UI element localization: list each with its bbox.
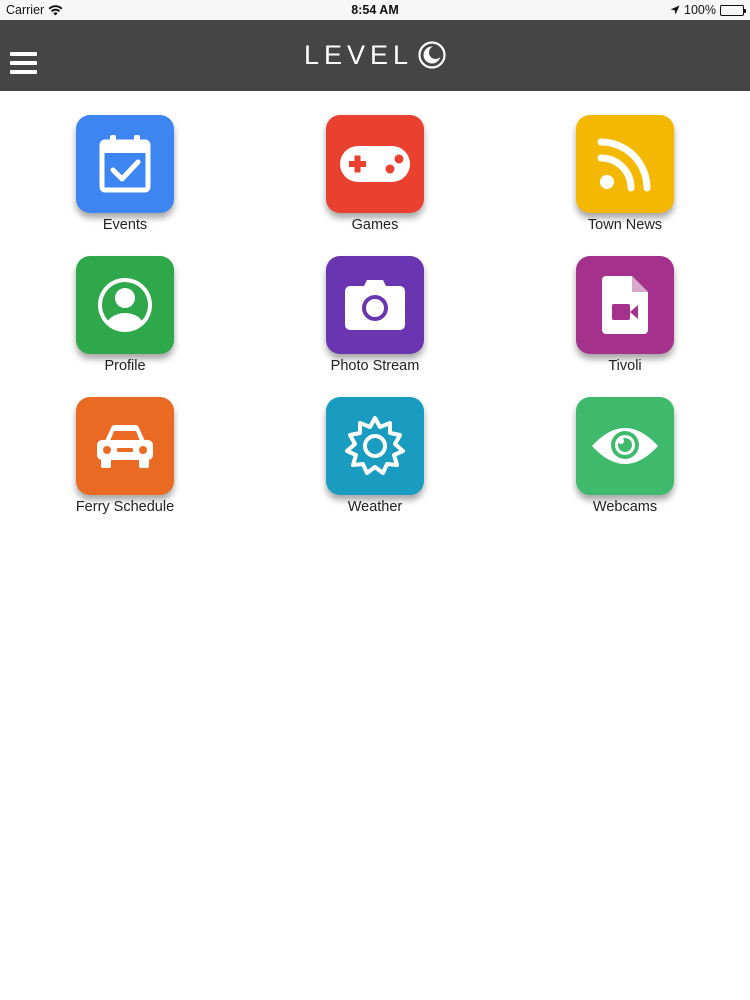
- tile-profile-icon-box: [76, 256, 174, 354]
- rss-feed-icon: [597, 136, 653, 192]
- status-bar: Carrier 8:54 AM 100%: [0, 0, 750, 20]
- tile-label: Profile: [104, 358, 146, 374]
- car-icon: [95, 423, 155, 469]
- tile-games-icon-box: [326, 115, 424, 213]
- tile-weather-icon-box: [326, 397, 424, 495]
- tile-events[interactable]: Events: [40, 115, 210, 233]
- tile-profile[interactable]: Profile: [40, 256, 210, 374]
- tile-label: Photo Stream: [330, 358, 420, 374]
- sun-gear-icon: [344, 415, 406, 477]
- tile-town-news-icon-box: [576, 115, 674, 213]
- tile-ferry-schedule[interactable]: Ferry Schedule: [40, 397, 210, 515]
- tile-weather[interactable]: Weather: [290, 397, 460, 515]
- tile-label: Ferry Schedule: [75, 499, 175, 515]
- tile-events-icon-box: [76, 115, 174, 213]
- camera-icon: [345, 280, 405, 330]
- gamepad-icon: [338, 144, 412, 184]
- eye-icon: [590, 424, 660, 468]
- user-profile-icon: [95, 275, 155, 335]
- tile-tivoli[interactable]: Tivoli: [540, 256, 710, 374]
- tile-ferry-schedule-icon-box: [76, 397, 174, 495]
- tile-label: Events: [102, 217, 148, 233]
- tile-games[interactable]: Games: [290, 115, 460, 233]
- tile-webcams[interactable]: Webcams: [540, 397, 710, 515]
- tile-town-news[interactable]: Town News: [540, 115, 710, 233]
- logo-text: LEVEL: [304, 39, 414, 70]
- tile-photo-stream[interactable]: Photo Stream: [290, 256, 460, 374]
- status-bar-right: 100%: [670, 3, 746, 17]
- tile-tivoli-icon-box: [576, 256, 674, 354]
- location-arrow-icon: [670, 5, 680, 15]
- status-time: 8:54 AM: [351, 3, 399, 17]
- app-header: LEVEL: [0, 20, 750, 91]
- tile-label: Tivoli: [608, 358, 642, 374]
- tile-label: Weather: [347, 499, 403, 515]
- tile-label: Webcams: [592, 499, 658, 515]
- battery-icon: [720, 4, 746, 16]
- tile-webcams-icon-box: [576, 397, 674, 495]
- tile-label: Games: [351, 217, 399, 233]
- level-moon-icon: [417, 40, 447, 70]
- tile-photo-stream-icon-box: [326, 256, 424, 354]
- battery-percent: 100%: [684, 3, 716, 17]
- calendar-check-icon: [97, 133, 153, 195]
- hamburger-menu-icon[interactable]: [10, 52, 37, 74]
- tile-label: Town News: [587, 217, 663, 233]
- app-logo: LEVEL: [304, 40, 447, 70]
- video-file-icon: [602, 276, 648, 334]
